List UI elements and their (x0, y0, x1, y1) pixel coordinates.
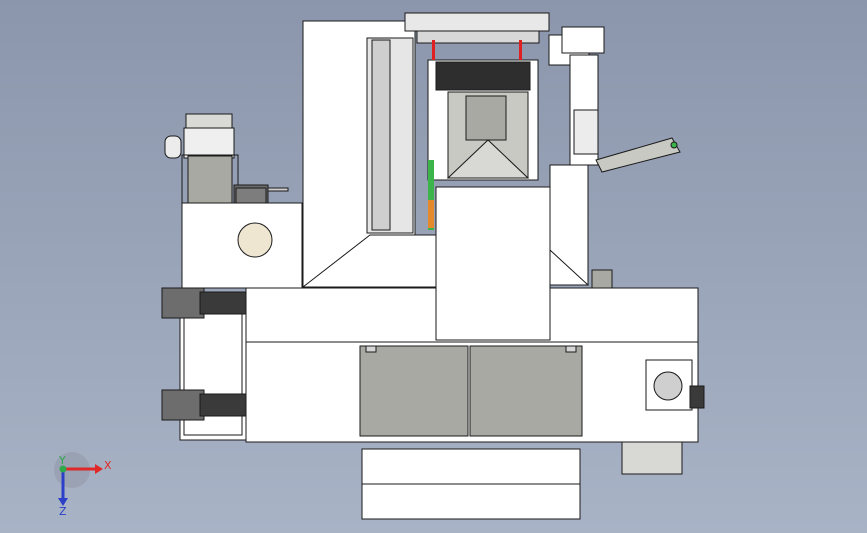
bottom-drawer (361, 448, 581, 520)
triad-z-label: Z (59, 505, 67, 518)
triad-y-label: Y (58, 454, 66, 467)
triad-x-label: X (104, 459, 112, 472)
cad-viewport[interactable]: X Y Z (0, 0, 867, 533)
model-canvas[interactable]: X Y Z (0, 0, 867, 533)
